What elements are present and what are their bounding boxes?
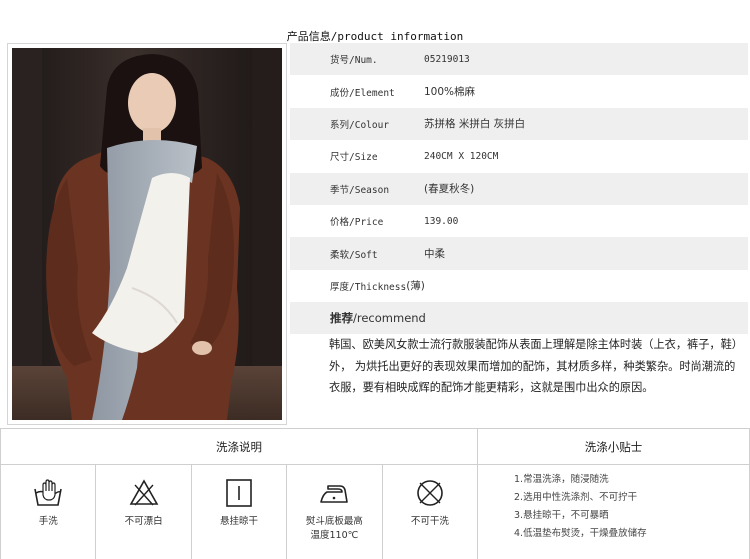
tip-item: 2.选用中性洗涤剂、不可拧干 bbox=[514, 492, 638, 503]
spec-value: (春夏秋冬) bbox=[424, 183, 475, 196]
recommend-title-en: /recommend bbox=[353, 311, 426, 325]
recommend-title-cn: 推荐 bbox=[330, 311, 353, 325]
recommend-header: 推荐/recommend bbox=[290, 302, 748, 334]
care-item: 不可干洗 bbox=[383, 465, 477, 559]
care-label: 熨斗底板最高 温度110℃ bbox=[305, 516, 363, 541]
care-section: 洗涤说明 手洗 不可漂白 悬挂晾干 熨斗底板最高 温度110℃ 不可干洗 洗涤小… bbox=[0, 428, 750, 559]
spec-value: 139.00 bbox=[424, 215, 459, 227]
spec-row: 尺寸/Size 240CM X 120CM bbox=[290, 140, 748, 172]
tips-title: 洗涤小贴士 bbox=[478, 429, 749, 465]
recommend-text: 韩国、欧美风女款士流行款服装配饰从表面上理解是除主体时装（上衣，裤子，鞋）外， … bbox=[329, 338, 743, 394]
spec-row: 柔软/Soft 中柔 bbox=[290, 237, 748, 270]
spec-row: 成份/Element 100%棉麻 bbox=[290, 75, 748, 107]
care-instructions: 洗涤说明 手洗 不可漂白 悬挂晾干 熨斗底板最高 温度110℃ 不可干洗 bbox=[0, 429, 478, 559]
spec-key: 尺寸/Size bbox=[330, 152, 378, 164]
spec-key: 成份/Element bbox=[330, 87, 395, 99]
spec-row: 系列/Colour 苏拼格 米拼白 灰拼白 bbox=[290, 107, 748, 141]
spec-value: 100%棉麻 bbox=[424, 86, 476, 99]
care-item: 手洗 bbox=[1, 465, 97, 559]
spec-row: 货号/Num. 05219013 bbox=[290, 43, 748, 76]
tip-item: 1.常温洗涤，随浸随洗 bbox=[514, 474, 609, 485]
hand-wash-icon bbox=[34, 479, 62, 506]
spec-value: 苏拼格 米拼白 灰拼白 bbox=[424, 118, 526, 131]
spec-key: 价格/Price bbox=[330, 217, 384, 229]
spec-value: 240CM X 120CM bbox=[424, 150, 499, 162]
tip-item: 3.悬挂晾干，不可暴晒 bbox=[514, 510, 609, 521]
model-wearing-scarf-image bbox=[12, 48, 282, 420]
care-item: 熨斗底板最高 温度110℃ bbox=[287, 465, 383, 559]
tip-item: 4.低温垫布熨烫，干燥叠放储存 bbox=[514, 528, 647, 539]
spec-key: 柔软/Soft bbox=[330, 249, 378, 261]
spec-row: 厚度/Thickness (薄) bbox=[290, 270, 748, 302]
care-item: 不可漂白 bbox=[96, 465, 192, 559]
spec-value: 05219013 bbox=[424, 53, 470, 65]
spec-row: 价格/Price 139.00 bbox=[290, 205, 748, 237]
hang-dry-icon bbox=[226, 479, 252, 507]
spec-key: 厚度/Thickness bbox=[330, 281, 407, 293]
no-bleach-icon bbox=[129, 479, 158, 506]
spec-row: 季节/Season (春夏秋冬) bbox=[290, 172, 748, 205]
care-item: 悬挂晾干 bbox=[192, 465, 288, 559]
care-label: 悬挂晾干 bbox=[220, 516, 259, 527]
spec-key: 季节/Season bbox=[330, 184, 390, 196]
care-label: 不可漂白 bbox=[124, 516, 163, 527]
spec-table: 货号/Num. 05219013 成份/Element 100%棉麻 系列/Colo… bbox=[290, 43, 748, 302]
care-label: 不可干洗 bbox=[410, 516, 449, 527]
iron-icon bbox=[320, 485, 349, 503]
header-title-en: /product information bbox=[330, 30, 464, 43]
product-photo bbox=[12, 48, 282, 420]
spec-key: 系列/Colour bbox=[330, 119, 390, 131]
header-title-cn: 产品信息 bbox=[286, 30, 331, 43]
care-tips: 洗涤小贴士 1.常温洗涤，随浸随洗 2.选用中性洗涤剂、不可拧干 3.悬挂晾干，… bbox=[478, 429, 750, 559]
spec-value: 中柔 bbox=[424, 248, 445, 261]
care-label: 手洗 bbox=[38, 516, 58, 527]
care-title: 洗涤说明 bbox=[1, 429, 477, 465]
spec-value: (薄) bbox=[406, 280, 425, 293]
spec-key: 货号/Num. bbox=[330, 55, 378, 67]
no-tumble-dry-icon bbox=[417, 480, 443, 506]
section-header: 产品信息/product information bbox=[0, 0, 750, 43]
product-photo-frame bbox=[7, 43, 287, 425]
